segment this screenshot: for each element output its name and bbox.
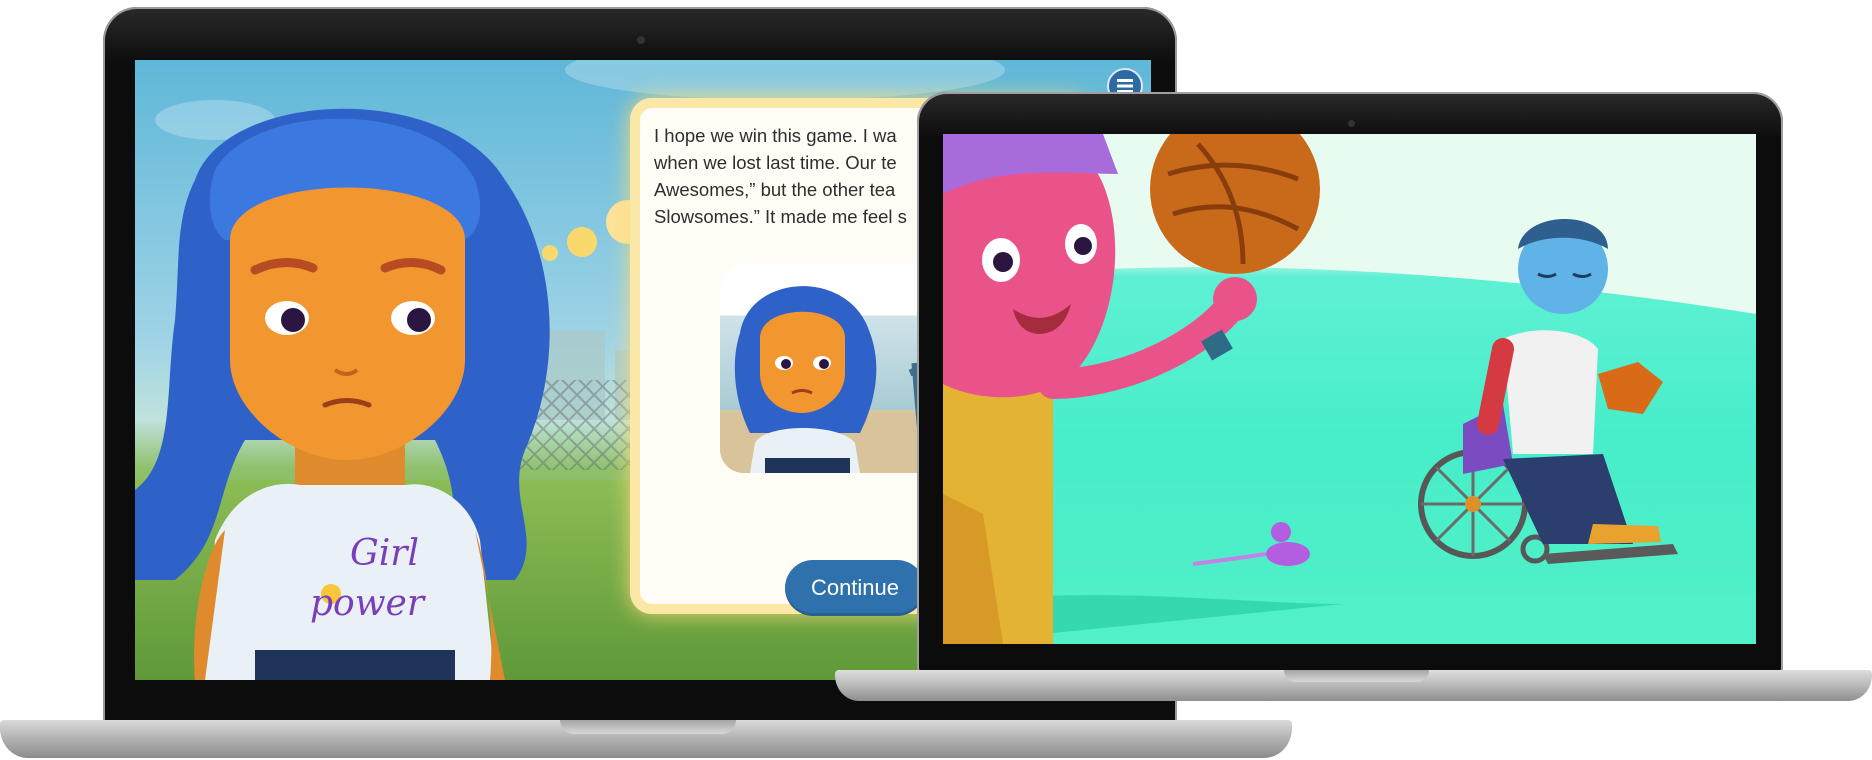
animation-video-screen: [943, 134, 1756, 644]
continue-button[interactable]: Continue: [785, 560, 925, 616]
playground-scene-illustration: [943, 134, 1756, 644]
back-laptop-camera: [637, 36, 645, 44]
thought-bubble-small: [542, 245, 558, 261]
shirt-girl-text: Girl: [350, 533, 419, 574]
thumbnail-girl-illustration: [720, 286, 950, 473]
story-thumbnail: [720, 263, 950, 473]
front-laptop-notch: [1284, 670, 1429, 682]
hamburger-menu-icon: [1117, 79, 1133, 93]
front-laptop-camera: [1348, 120, 1355, 127]
thought-bubble-medium: [567, 227, 597, 257]
story-text: I hope we win this game. I wa when we lo…: [654, 125, 907, 227]
shirt-power-text: power: [310, 583, 426, 624]
girl-character-illustration: Girl power: [135, 108, 550, 680]
back-laptop-notch: [560, 720, 736, 734]
